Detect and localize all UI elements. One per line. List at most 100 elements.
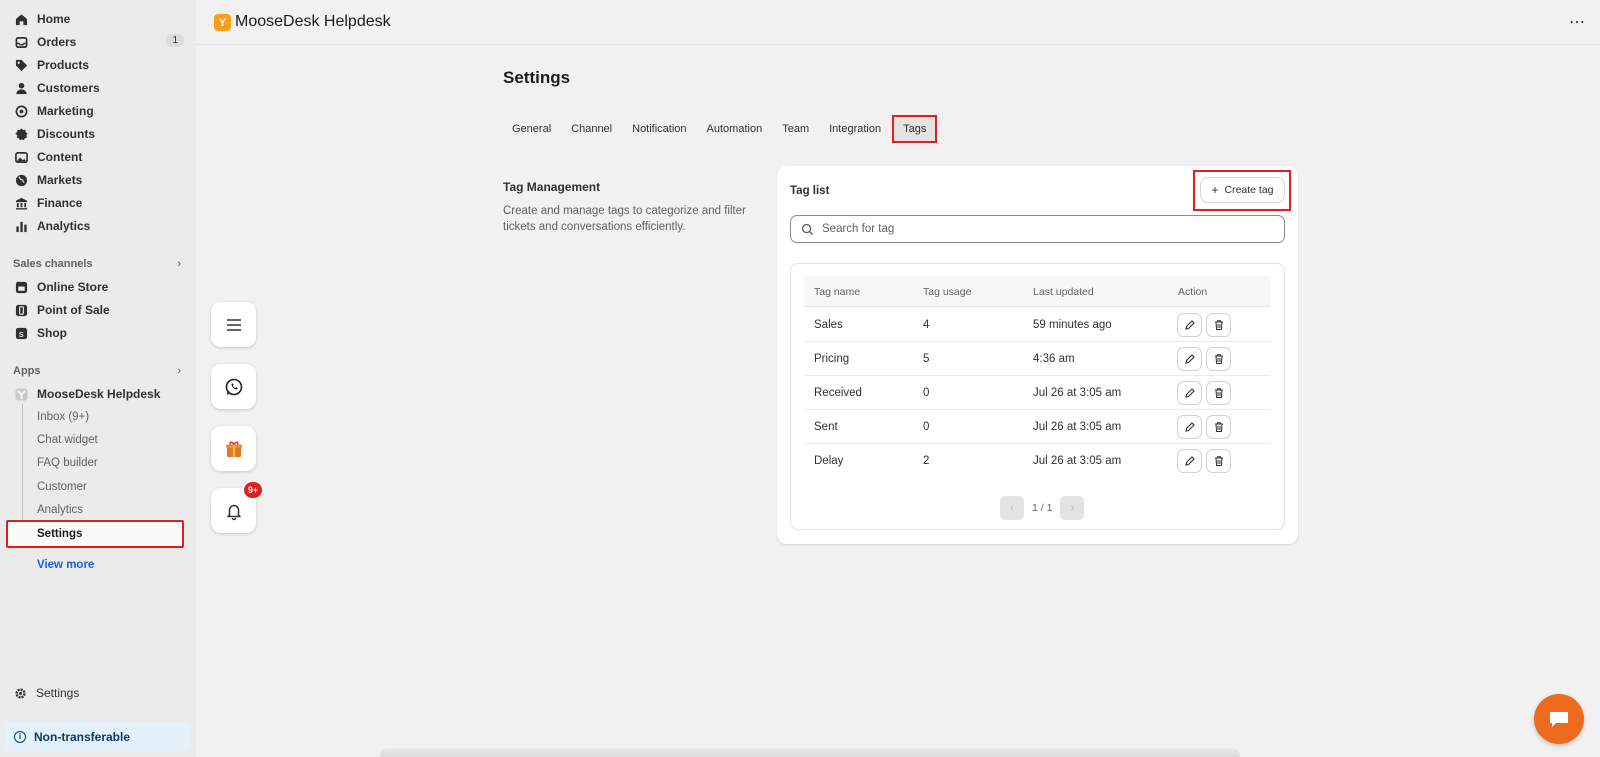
search-icon xyxy=(801,223,814,235)
chevron-right-icon: › xyxy=(177,258,181,270)
subnav-item-settings[interactable]: Settings xyxy=(37,528,82,540)
delete-tag-button[interactable] xyxy=(1207,314,1230,336)
tab-general[interactable]: General xyxy=(503,115,560,143)
subnav-item-customer[interactable]: Customer xyxy=(37,481,87,493)
sidebar-item-markets[interactable]: Markets xyxy=(14,169,186,191)
tag-management-title: Tag Management xyxy=(503,180,601,194)
sidebar-item-label: Marketing xyxy=(37,104,94,118)
subnav-item-analytics[interactable]: Analytics xyxy=(37,504,83,516)
subnav-item-faq-builder[interactable]: FAQ builder xyxy=(37,457,98,469)
sidebar-item-marketing[interactable]: Marketing xyxy=(14,100,186,122)
sidebar-item-discounts[interactable]: Discounts xyxy=(14,123,186,145)
apps-header[interactable]: Apps › xyxy=(13,365,185,377)
chat-launcher-button[interactable] xyxy=(1534,694,1584,744)
sales-channels-header[interactable]: Sales channels › xyxy=(13,258,185,270)
whatsapp-button[interactable] xyxy=(211,364,256,409)
gift-icon xyxy=(225,441,242,457)
page-indicator: 1 / 1 xyxy=(1032,502,1053,514)
sidebar-item-point-of-sale[interactable]: Point of Sale xyxy=(14,299,186,321)
tag-icon xyxy=(14,58,28,72)
bell-icon xyxy=(226,504,241,520)
subnav-item-inbox[interactable]: Inbox (9+) xyxy=(37,411,89,423)
tag-usage-cell: 4 xyxy=(923,319,930,331)
create-tag-button[interactable]: + Create tag xyxy=(1201,178,1284,202)
app-header: Y MooseDesk Helpdesk ⋯ xyxy=(196,0,1600,45)
edit-tag-button[interactable] xyxy=(1178,450,1201,472)
sidebar-item-online-store[interactable]: Online Store xyxy=(14,276,186,298)
pencil-icon xyxy=(1184,320,1195,330)
sidebar-item-content[interactable]: Content xyxy=(14,146,186,168)
table-header: Tag name Tag usage Last updated Action xyxy=(804,276,1271,307)
sidebar-settings[interactable]: Settings xyxy=(14,686,79,700)
tab-integration[interactable]: Integration xyxy=(820,115,890,143)
pagination: ‹ 1 / 1 › xyxy=(1000,496,1085,520)
globe-icon xyxy=(14,173,28,187)
sidebar-item-label: Shop xyxy=(37,326,67,340)
chevron-right-icon: › xyxy=(1070,502,1075,514)
sidebar-item-home[interactable]: Home xyxy=(14,8,186,30)
sidebar-item-orders[interactable]: Orders 1 xyxy=(14,31,186,53)
sidebar-item-customers[interactable]: Customers xyxy=(14,77,186,99)
sidebar-item-label: Point of Sale xyxy=(37,303,110,317)
sidebar-item-label: Content xyxy=(37,150,83,164)
tag-name-cell: Pricing xyxy=(814,353,850,365)
sidebar-item-moosedesk[interactable]: MooseDesk Helpdesk xyxy=(14,383,186,405)
non-transferable-label: Non-transferable xyxy=(34,729,131,744)
subnav-item-chat-widget[interactable]: Chat widget xyxy=(37,434,98,446)
sidebar-item-analytics[interactable]: Analytics xyxy=(14,215,186,237)
hamburger-icon xyxy=(226,318,241,331)
tag-usage-cell: 0 xyxy=(923,421,930,433)
last-updated-cell: 59 minutes ago xyxy=(1033,319,1112,331)
tab-channel[interactable]: Channel xyxy=(562,115,621,143)
page-title: Settings xyxy=(503,68,571,87)
more-options-icon[interactable]: ⋯ xyxy=(1569,12,1586,32)
tab-tags[interactable]: Tags xyxy=(892,115,938,143)
table-row: Delay 2 Jul 26 at 3:05 am xyxy=(804,444,1271,478)
tag-search-input[interactable] xyxy=(822,223,1262,235)
whatsapp-icon xyxy=(225,378,242,395)
bar-chart-icon xyxy=(14,219,28,233)
edit-tag-button[interactable] xyxy=(1178,314,1201,336)
edit-tag-button[interactable] xyxy=(1178,382,1201,404)
column-header-tag-name: Tag name xyxy=(814,286,861,298)
edit-tag-button[interactable] xyxy=(1178,416,1201,438)
edit-tag-button[interactable] xyxy=(1178,348,1201,370)
sidebar-item-label: Home xyxy=(37,12,71,26)
tag-list-card: Tag list + Create tag Tag name Tag usage… xyxy=(777,166,1298,544)
sidebar: Home Orders 1 Products Customers Marketi… xyxy=(0,0,196,757)
info-icon: i xyxy=(14,730,26,743)
column-header-action: Action xyxy=(1178,286,1208,298)
apps-label: Apps xyxy=(13,365,41,377)
delete-tag-button[interactable] xyxy=(1207,450,1230,472)
sidebar-item-finance[interactable]: Finance xyxy=(14,192,186,214)
orders-count-badge: 1 xyxy=(166,34,184,47)
discount-icon xyxy=(14,127,28,141)
delete-tag-button[interactable] xyxy=(1207,382,1230,404)
last-updated-cell: Jul 26 at 3:05 am xyxy=(1033,387,1122,399)
moosedesk-app-icon xyxy=(14,387,28,401)
view-more-link[interactable]: View more xyxy=(37,559,94,571)
non-transferable-banner[interactable]: i Non-transferable xyxy=(5,722,191,751)
gift-button[interactable] xyxy=(211,426,256,471)
table-row: Sent 0 Jul 26 at 3:05 am xyxy=(804,410,1271,444)
tag-search-field[interactable] xyxy=(790,215,1285,243)
store-icon xyxy=(14,280,28,294)
tab-automation[interactable]: Automation xyxy=(698,115,772,143)
sidebar-item-shop[interactable]: S Shop xyxy=(14,322,186,344)
menu-button[interactable] xyxy=(211,302,256,347)
notification-count-badge: 9+ xyxy=(243,481,263,499)
table-row: Pricing 5 4:36 am xyxy=(804,342,1271,376)
settings-highlight-box xyxy=(6,520,184,548)
pencil-icon xyxy=(1184,388,1195,398)
prev-page-button[interactable]: ‹ xyxy=(1000,496,1024,520)
home-icon xyxy=(14,12,28,26)
delete-tag-button[interactable] xyxy=(1207,416,1230,438)
tab-notification[interactable]: Notification xyxy=(623,115,695,143)
last-updated-cell: Jul 26 at 3:05 am xyxy=(1033,455,1122,467)
delete-tag-button[interactable] xyxy=(1207,348,1230,370)
sidebar-item-products[interactable]: Products xyxy=(14,54,186,76)
next-page-button[interactable]: › xyxy=(1060,496,1085,520)
pos-icon xyxy=(14,303,28,317)
tag-name-cell: Sent xyxy=(814,421,838,433)
tab-team[interactable]: Team xyxy=(773,115,818,143)
